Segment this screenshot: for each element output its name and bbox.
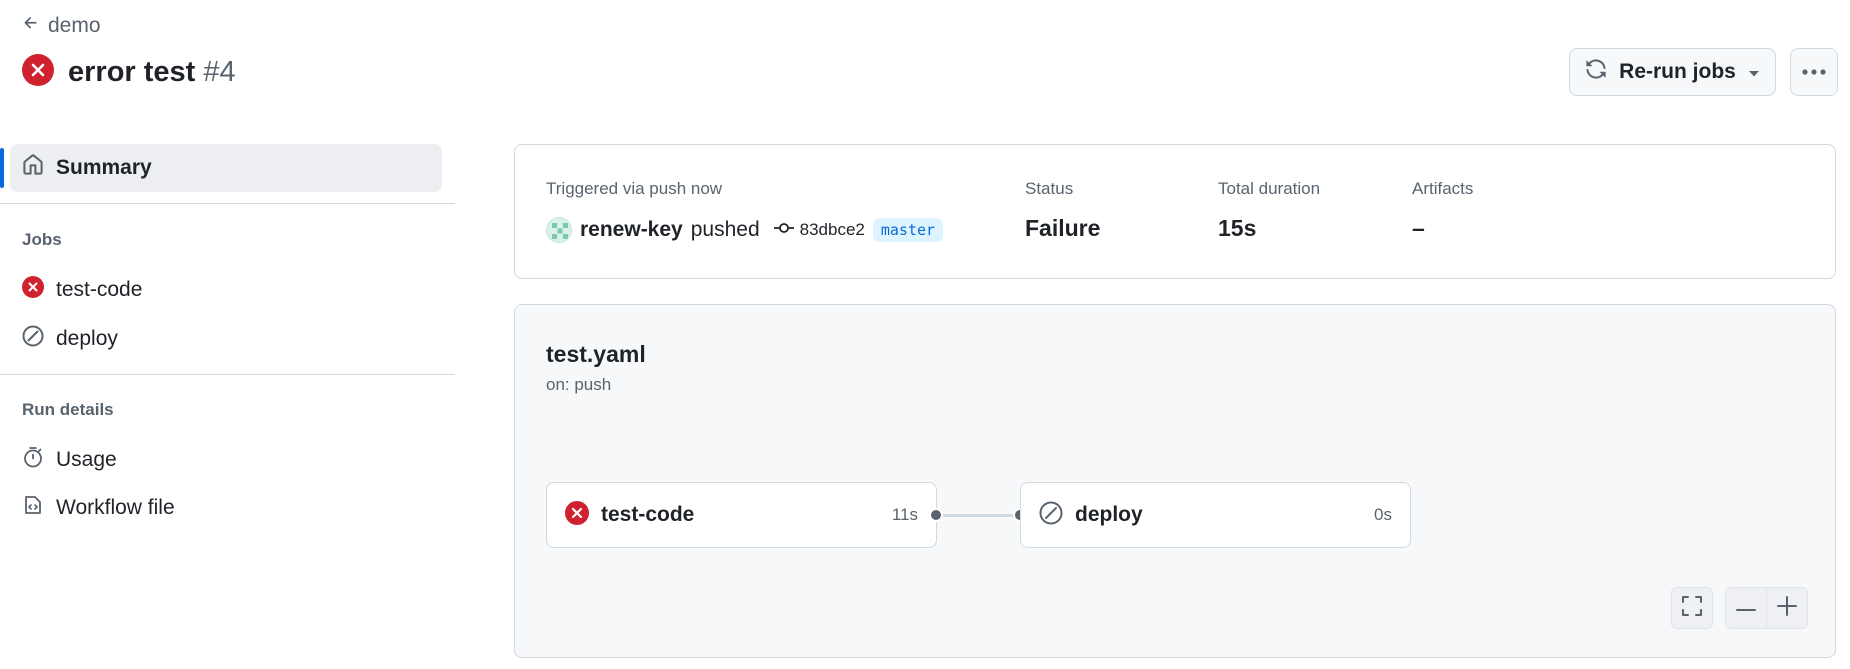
dash-icon <box>1736 599 1756 617</box>
arrow-left-icon <box>22 14 40 38</box>
graph-job-test-code[interactable]: test-code 11s <box>546 482 937 548</box>
rerun-jobs-label: Re-run jobs <box>1619 60 1736 83</box>
x-circle-fill-icon <box>22 54 54 91</box>
sidebar-divider <box>0 374 455 375</box>
jobs-heading: Jobs <box>22 230 62 249</box>
sidebar-job-deploy[interactable]: deploy <box>22 325 118 353</box>
action-text: pushed <box>690 218 760 241</box>
sidebar-usage-label: Usage <box>56 448 117 471</box>
zoom-out-button[interactable] <box>1725 587 1767 629</box>
graph-job-label: test-code <box>601 503 695 526</box>
graph-job-label: deploy <box>1075 503 1143 526</box>
trigger-info: renew-key pushed 83dbce2 master <box>546 217 944 243</box>
page-title: error test #4 <box>22 54 236 91</box>
sidebar-item-workflow-file[interactable]: Workflow file <box>22 494 175 522</box>
sidebar-job-test-code[interactable]: test-code <box>22 276 142 304</box>
run-summary-card: Triggered via push now renew-key pushed … <box>514 144 1836 279</box>
sidebar-item-usage[interactable]: Usage <box>22 446 117 474</box>
sidebar-job-label: test-code <box>56 278 143 301</box>
sidebar-workflow-file-label: Workflow file <box>56 496 175 519</box>
graph-job-deploy[interactable]: deploy 0s <box>1020 482 1411 548</box>
graph-connector <box>943 514 1013 517</box>
status-value: Failure <box>1025 215 1101 241</box>
more-options-button[interactable] <box>1790 48 1838 96</box>
sidebar-item-summary[interactable]: Summary <box>10 144 442 192</box>
x-circle-fill-icon <box>565 500 589 530</box>
kebab-horizontal-icon <box>1801 63 1827 81</box>
sync-icon <box>1585 58 1607 86</box>
workflow-graph-card: test.yaml on: push test-code 11s deploy … <box>514 304 1836 658</box>
active-indicator <box>0 148 4 188</box>
status-label: Status <box>1025 179 1074 198</box>
sidebar-summary-label: Summary <box>56 156 152 179</box>
commit-link[interactable]: 83dbce2 <box>773 220 865 240</box>
file-code-icon <box>22 494 44 522</box>
workflow-file-name: test.yaml <box>546 341 646 367</box>
zoom-in-button[interactable] <box>1766 587 1808 629</box>
run-details-heading: Run details <box>22 400 114 419</box>
fullscreen-button[interactable] <box>1671 587 1713 629</box>
sidebar-job-label: deploy <box>56 327 118 350</box>
stopwatch-icon <box>22 446 44 474</box>
graph-node-dot <box>929 508 943 522</box>
home-icon <box>22 154 44 182</box>
skip-icon <box>22 325 44 353</box>
screen-full-icon <box>1681 595 1703 622</box>
workflow-trigger: on: push <box>546 375 612 394</box>
x-circle-fill-icon <box>22 276 44 304</box>
rerun-jobs-button[interactable]: Re-run jobs <box>1569 48 1776 96</box>
back-link-label: demo <box>48 14 101 37</box>
run-title: error test <box>68 56 196 88</box>
graph-job-duration: 0s <box>1374 505 1392 524</box>
commit-sha: 83dbce2 <box>799 220 865 239</box>
back-link[interactable]: demo <box>22 14 101 38</box>
branch-badge[interactable]: master <box>872 218 944 242</box>
skip-icon <box>1039 501 1063 530</box>
duration-value: 15s <box>1218 215 1257 241</box>
run-number: #4 <box>203 56 236 88</box>
duration-label: Total duration <box>1218 179 1321 198</box>
artifacts-label: Artifacts <box>1412 179 1474 198</box>
actor-link[interactable]: renew-key <box>580 218 683 242</box>
git-commit-icon <box>773 220 794 240</box>
plus-icon <box>1777 595 1797 621</box>
trigger-label: Triggered via push now <box>546 179 723 198</box>
sidebar-divider <box>0 203 455 204</box>
avatar <box>546 217 572 243</box>
graph-job-duration: 11s <box>891 505 918 524</box>
artifacts-value: – <box>1412 215 1425 241</box>
triangle-down-icon <box>1748 60 1760 84</box>
